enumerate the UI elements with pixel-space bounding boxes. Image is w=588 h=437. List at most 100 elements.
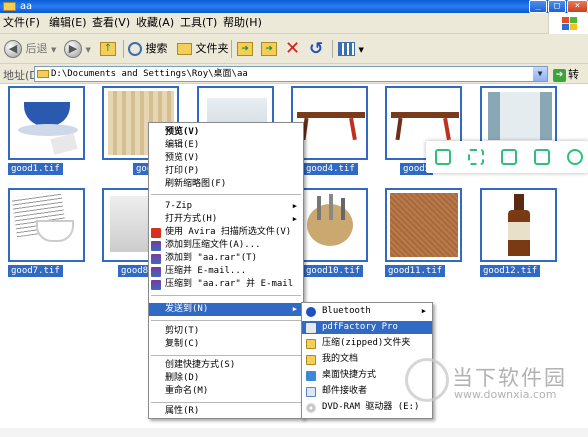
menu-item-open-with[interactable]: 打开方式(H) ▶ — [149, 213, 303, 226]
menu-item-7zip[interactable]: 7-Zip ▶ — [149, 200, 303, 213]
menu-item-send-to[interactable]: 发送到(N) ▶ — [149, 303, 303, 316]
sendto-mail-recipient[interactable]: 邮件接收者 — [302, 385, 367, 398]
views-button[interactable]: ▼ — [338, 38, 364, 60]
window-title: aa — [20, 1, 33, 12]
avira-icon — [151, 228, 161, 238]
disc-icon — [306, 403, 316, 413]
copy-to-icon: ➜ — [261, 42, 277, 56]
documents-folder-icon — [306, 355, 316, 365]
close-button[interactable]: × — [567, 0, 588, 13]
menu-item-rename[interactable]: 重命名(M) — [149, 385, 208, 398]
maximize-button[interactable]: □ — [548, 0, 566, 13]
file-label[interactable]: good12.tif — [480, 265, 541, 277]
sendto-zip-folder[interactable]: 压缩(zipped)文件夹 — [302, 337, 410, 350]
sendto-pdffactory[interactable]: pdfFactory Pro — [302, 321, 432, 334]
forward-button[interactable]: ▶ ▼ — [64, 38, 91, 60]
up-folder-button[interactable]: ↑ — [100, 38, 116, 60]
winrar-icon — [151, 280, 161, 290]
back-arrow-icon: ◀ — [4, 40, 22, 58]
table-image — [297, 112, 365, 118]
menu-item-create-shortcut[interactable]: 创建快捷方式(S) — [149, 359, 235, 372]
search-button[interactable]: 搜索 — [128, 38, 168, 60]
floating-toolbar — [426, 141, 588, 173]
sendto-my-documents[interactable]: 我的文档 — [302, 353, 358, 366]
submenu-arrow-icon: ▶ — [292, 215, 297, 223]
rug-image — [390, 193, 458, 257]
menu-view[interactable]: 查看(V) — [92, 16, 130, 30]
save-icon[interactable] — [501, 149, 517, 165]
move-to-icon: ➜ — [237, 42, 253, 56]
winrar-icon — [151, 267, 161, 277]
menu-item-preview[interactable]: 预览(V) — [149, 126, 199, 139]
move-to-button[interactable]: ➜ — [237, 38, 253, 60]
zip-folder-icon — [306, 339, 316, 349]
menu-item-cut[interactable]: 剪切(T) — [149, 325, 199, 338]
menu-edit[interactable]: 编辑(E) — [49, 16, 87, 30]
file-thumbnail[interactable] — [8, 86, 85, 160]
mail-icon — [306, 387, 316, 397]
minimize-button[interactable]: _ — [529, 0, 547, 13]
undo-icon: ↺ — [309, 39, 324, 59]
submenu-arrow-icon: ▶ — [292, 305, 297, 313]
table-image — [391, 112, 459, 118]
submenu-arrow-icon: ▶ — [421, 307, 426, 315]
file-label[interactable]: good1.tif — [8, 163, 63, 175]
menu-favorites[interactable]: 收藏(A) — [136, 16, 174, 30]
menu-item-compress-rar-email[interactable]: 压缩到 "aa.rar" 并 E-mail — [149, 278, 293, 291]
copy-icon[interactable] — [435, 149, 451, 165]
toolbar: ◀ 后退 ▼ ▶ ▼ ↑ 搜索 文件夹 ➜ ➜ ✕ ↺ ▼ — [0, 34, 588, 64]
file-thumbnail[interactable] — [8, 188, 85, 262]
bluetooth-icon — [306, 307, 316, 317]
desktop-icon — [306, 371, 316, 381]
gear-icon[interactable] — [567, 149, 583, 165]
status-strip — [0, 428, 588, 437]
chevron-down-icon[interactable]: ▼ — [533, 67, 547, 81]
delete-x-icon: ✕ — [285, 38, 301, 59]
coffee-cup-image — [24, 102, 70, 126]
menu-item-compress-email[interactable]: 压缩并 E-mail... — [149, 265, 246, 278]
menu-item-refresh-thumbnail[interactable]: 刷新缩略图(F) — [149, 178, 226, 191]
menu-item-avira-scan[interactable]: 使用 Avira 扫描所选文件(V) — [149, 226, 291, 239]
address-bar: 地址(D) D:\Documents and Settings\Roy\桌面\a… — [0, 64, 588, 97]
views-grid-icon — [338, 42, 355, 56]
file-thumbnail[interactable] — [480, 188, 557, 262]
back-button[interactable]: ◀ 后退 ▼ — [4, 38, 56, 60]
file-label[interactable]: good7.tif — [8, 265, 63, 277]
menu-item-edit[interactable]: 编辑(E) — [149, 139, 199, 152]
menu-item-properties[interactable]: 属性(R) — [149, 405, 199, 418]
coffee-cup-image — [36, 220, 74, 242]
file-thumbnail[interactable] — [385, 188, 462, 262]
submenu-arrow-icon: ▶ — [292, 202, 297, 210]
curtain-image — [488, 92, 552, 140]
menu-tools[interactable]: 工具(T) — [180, 16, 217, 30]
watermark-url: www.downxia.com — [454, 388, 557, 401]
sendto-bluetooth[interactable]: Bluetooth ▶ — [302, 305, 432, 318]
winrar-icon — [151, 241, 161, 251]
menu-help[interactable]: 帮助(H) — [223, 16, 262, 30]
delete-button[interactable]: ✕ — [285, 38, 300, 60]
go-arrow-icon: ➔ — [553, 68, 566, 82]
file-label[interactable]: good10.tif — [303, 265, 364, 277]
sendto-dvd-drive[interactable]: DVD-RAM 驱动器 (E:) — [302, 401, 419, 414]
menu-item-delete[interactable]: 删除(D) — [149, 372, 199, 385]
sendto-submenu: Bluetooth ▶ pdfFactory Pro 压缩(zipped)文件夹 … — [301, 302, 433, 419]
expand-icon[interactable] — [468, 149, 484, 165]
menu-item-add-archive[interactable]: 添加到压缩文件(A)... — [149, 239, 261, 252]
sendto-desktop-shortcut[interactable]: 桌面快捷方式 — [302, 369, 376, 382]
watermark-logo — [405, 358, 449, 402]
menu-item-add-rar[interactable]: 添加到 "aa.rar"(T) — [149, 252, 257, 265]
menu-item-print[interactable]: 打印(P) — [149, 165, 199, 178]
address-input[interactable]: D:\Documents and Settings\Roy\桌面\aa ▼ — [34, 66, 548, 82]
forward-arrow-icon: ▶ — [64, 40, 82, 58]
file-label[interactable]: good11.tif — [385, 265, 446, 277]
menu-item-preview-2[interactable]: 预览(V) — [149, 152, 199, 165]
undo-button[interactable]: ↺ — [309, 38, 323, 60]
menu-file[interactable]: 文件(F) — [3, 16, 40, 30]
folder-icon — [177, 43, 192, 55]
folders-button[interactable]: 文件夹 — [177, 38, 229, 60]
file-label[interactable]: good4.tif — [303, 163, 358, 175]
menu-item-copy[interactable]: 复制(C) — [149, 338, 199, 351]
folder-icon — [37, 70, 49, 78]
share-icon[interactable] — [534, 149, 550, 165]
copy-to-button[interactable]: ➜ — [261, 38, 277, 60]
